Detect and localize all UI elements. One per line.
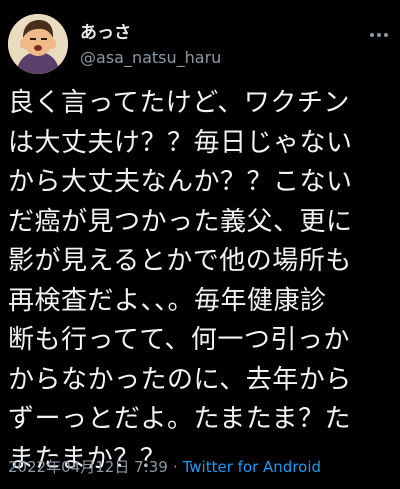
tweet-text-line: 良く言ってたけど、ワクチン [8,88,350,118]
tweet-text-line: だ癌が見つかった義父、更に [8,206,353,237]
tweet-text-line: 影が見えるとかで他の場所も [8,246,352,276]
avatar[interactable] [8,14,68,74]
meta-separator: · [172,458,178,476]
tweet-text-line: から大丈夫なんか？？こない [8,167,353,197]
timestamp[interactable]: 2022年04月12日 7:39 [8,458,168,476]
tweet-text-line: は大丈夫け？？毎日じゃない [8,127,353,158]
display-name[interactable]: あっさ [80,18,131,43]
tweet-text: 良く言ってたけど、ワクチン は大丈夫け？？毎日じゃない から大丈夫なんか？？こな… [8,84,396,479]
tweet-card: あっさ @asa_natsu_haru 良く言ってたけど、ワクチン は大丈夫け？… [0,0,400,489]
tweet-text-line: からなかったのに、去年から [8,364,352,395]
tweet-text-line: 断も行ってて、何一つ引っか [8,325,350,355]
tweet-text-line: ずーっとだよ。たまたま？た [8,404,351,434]
user-handle[interactable]: @asa_natsu_haru [80,48,221,67]
more-horizontal-icon [370,33,388,37]
avatar-icon [8,14,68,74]
tweet-text-line: 再検査だよ、、。毎年健康診 [8,285,327,316]
tweet-meta: 2022年04月12日 7:39 · Twitter for Android [8,456,321,477]
more-button[interactable] [366,22,392,48]
source-link[interactable]: Twitter for Android [183,458,321,476]
